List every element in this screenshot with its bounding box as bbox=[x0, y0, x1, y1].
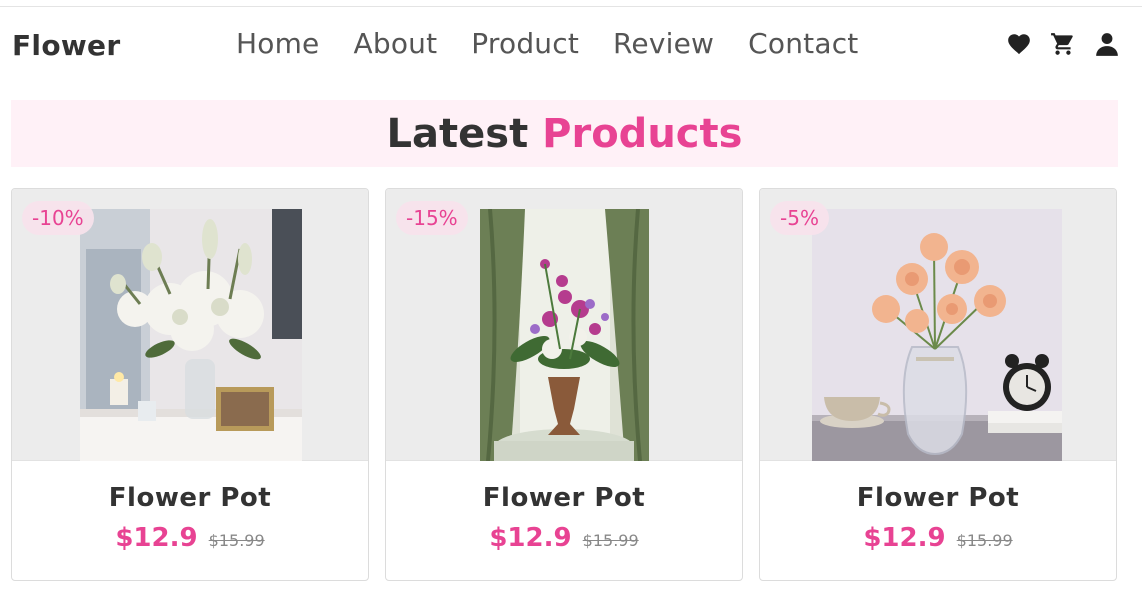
user-icon[interactable] bbox=[1094, 31, 1120, 57]
product-price: $12.9 $15.99 bbox=[12, 523, 368, 553]
product-card[interactable]: -15% Flower Pot $12.9 $15.99 bbox=[385, 188, 743, 581]
nav-contact-link[interactable]: Contact bbox=[748, 27, 858, 60]
current-price: $12.9 bbox=[863, 523, 946, 553]
heart-icon[interactable] bbox=[1006, 31, 1032, 57]
current-price: $12.9 bbox=[115, 523, 198, 553]
logo[interactable]: Flower bbox=[12, 29, 120, 62]
product-info: Flower Pot $12.9 $15.99 bbox=[12, 461, 368, 553]
original-price: $15.99 bbox=[208, 531, 265, 550]
discount-badge: -15% bbox=[396, 201, 468, 235]
discount-badge: -10% bbox=[22, 201, 94, 235]
discount-badge: -5% bbox=[770, 201, 829, 235]
current-price: $12.9 bbox=[489, 523, 572, 553]
product-info: Flower Pot $12.9 $15.99 bbox=[760, 461, 1116, 553]
product-card[interactable]: -10% Flower Pot $12.9 $15.99 bbox=[11, 188, 369, 581]
product-image-area: -10% bbox=[12, 189, 368, 461]
section-title: Latest Products bbox=[387, 111, 743, 157]
product-name[interactable]: Flower Pot bbox=[12, 483, 368, 513]
product-info: Flower Pot $12.9 $15.99 bbox=[386, 461, 742, 553]
nav-product-link[interactable]: Product bbox=[471, 27, 579, 60]
nav-review-link[interactable]: Review bbox=[613, 27, 714, 60]
section-title-accent: Products bbox=[542, 110, 743, 157]
original-price: $15.99 bbox=[582, 531, 639, 550]
product-price: $12.9 $15.99 bbox=[386, 523, 742, 553]
product-photo[interactable] bbox=[80, 209, 302, 461]
section-heading-banner: Latest Products bbox=[11, 100, 1118, 167]
cart-icon[interactable] bbox=[1050, 31, 1076, 57]
product-grid: -10% Flower Pot $12.9 $15.99 -15% Flower… bbox=[11, 188, 1117, 581]
product-photo[interactable] bbox=[812, 209, 1062, 461]
product-photo[interactable] bbox=[480, 209, 649, 461]
product-image-area: -5% bbox=[760, 189, 1116, 461]
header-icons bbox=[1006, 31, 1120, 57]
product-name[interactable]: Flower Pot bbox=[760, 483, 1116, 513]
product-price: $12.9 $15.99 bbox=[760, 523, 1116, 553]
section-title-main: Latest bbox=[386, 110, 529, 157]
main-nav: Home About Product Review Contact bbox=[236, 27, 858, 60]
site-header: Flower Home About Product Review Contact bbox=[0, 7, 1142, 87]
nav-about-link[interactable]: About bbox=[354, 27, 438, 60]
product-image-area: -15% bbox=[386, 189, 742, 461]
product-name[interactable]: Flower Pot bbox=[386, 483, 742, 513]
nav-home-link[interactable]: Home bbox=[236, 27, 320, 60]
original-price: $15.99 bbox=[956, 531, 1013, 550]
product-card[interactable]: -5% Flower Pot $12.9 $15.99 bbox=[759, 188, 1117, 581]
